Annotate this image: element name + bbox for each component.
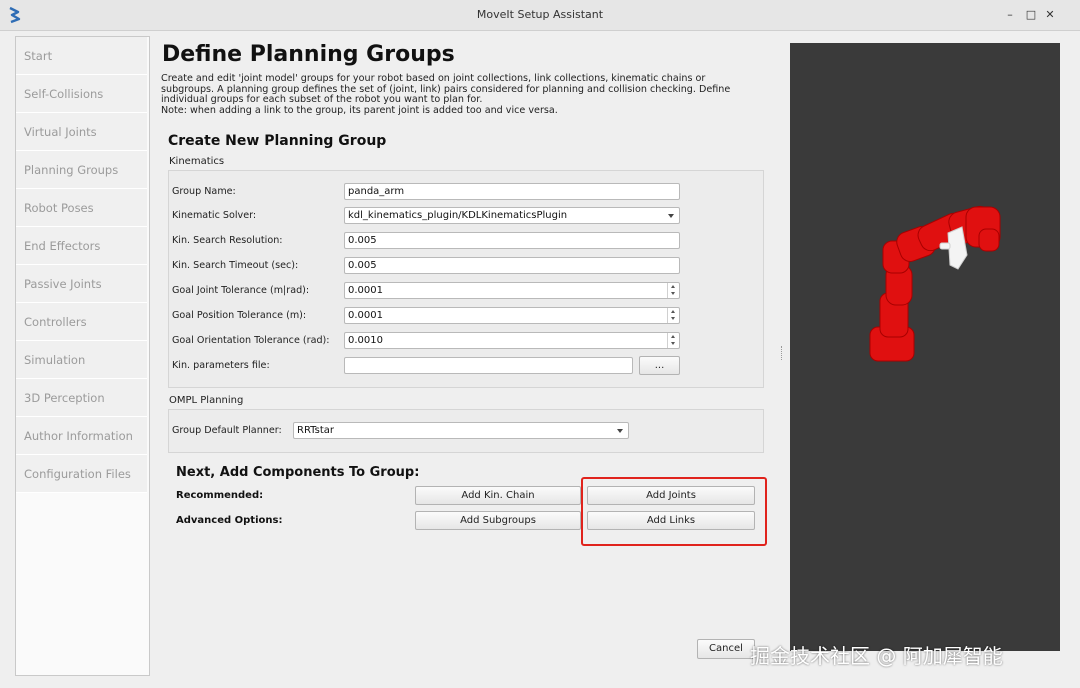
sidebar-item-end-effectors[interactable]: End Effectors (16, 227, 147, 265)
sidebar-item-virtual-joints[interactable]: Virtual Joints (16, 113, 147, 151)
sidebar-item-label: Planning Groups (24, 163, 119, 177)
search-timeout-value: 0.005 (348, 260, 377, 271)
sidebar-item-controllers[interactable]: Controllers (16, 303, 147, 341)
sidebar-item-label: Author Information (24, 429, 133, 443)
minimize-button[interactable]: – (1002, 7, 1018, 23)
goal-orientation-tolerance-label: Goal Orientation Tolerance (rad): (172, 335, 330, 346)
chevron-down-icon (668, 214, 674, 218)
kinematic-solver-select[interactable]: kdl_kinematics_plugin/KDLKinematicsPlugi… (344, 207, 680, 224)
kin-parameters-file-input[interactable] (344, 357, 633, 374)
goal-position-tolerance-spinbox[interactable]: 0.0001 (344, 307, 680, 324)
sidebar-item-passive-joints[interactable]: Passive Joints (16, 265, 147, 303)
sidebar-item-label: Start (24, 49, 53, 63)
sidebar-item-label: Self-Collisions (24, 87, 104, 101)
sidebar-item-label: 3D Perception (24, 391, 105, 405)
sidebar-item-label: Configuration Files (24, 467, 131, 481)
page-title: Define Planning Groups (162, 42, 455, 67)
splitter-handle[interactable] (781, 346, 784, 360)
section-title: Create New Planning Group (168, 133, 387, 149)
add-subgroups-button[interactable]: Add Subgroups (415, 511, 581, 530)
search-timeout-input[interactable]: 0.005 (344, 257, 680, 274)
sidebar-item-configuration-files[interactable]: Configuration Files (16, 455, 147, 493)
advanced-options-label: Advanced Options: (176, 515, 283, 526)
kin-parameters-file-label: Kin. parameters file: (172, 360, 270, 371)
sidebar-item-self-collisions[interactable]: Self-Collisions (16, 75, 147, 113)
sidebar-item-3d-perception[interactable]: 3D Perception (16, 379, 147, 417)
cancel-button[interactable]: Cancel (697, 639, 755, 659)
search-timeout-label: Kin. Search Timeout (sec): (172, 260, 299, 271)
kinematics-group-label: Kinematics (169, 156, 225, 167)
default-planner-value: RRTstar (297, 425, 334, 436)
sidebar-item-label: Passive Joints (24, 277, 102, 291)
goal-joint-tolerance-spinbox[interactable]: 0.0001 (344, 282, 680, 299)
watermark-text: 掘金技术社区 @ 阿加犀智能 (750, 644, 1003, 668)
maximize-button[interactable]: □ (1023, 7, 1039, 23)
sidebar: Start Self-Collisions Virtual Joints Pla… (15, 36, 150, 676)
panda-robot-arm-icon (869, 205, 1001, 362)
group-name-input[interactable]: panda_arm (344, 183, 680, 200)
page-description: Create and edit 'joint model' groups for… (161, 73, 731, 116)
goal-orientation-tolerance-value: 0.0010 (348, 335, 383, 346)
kinematic-solver-value: kdl_kinematics_plugin/KDLKinematicsPlugi… (348, 210, 568, 221)
goal-joint-tolerance-value: 0.0001 (348, 285, 383, 296)
recommended-label: Recommended: (176, 490, 264, 501)
search-resolution-value: 0.005 (348, 235, 377, 246)
goal-position-tolerance-value: 0.0001 (348, 310, 383, 321)
highlight-annotation-box (581, 477, 767, 546)
default-planner-label: Group Default Planner: (172, 425, 282, 436)
sidebar-item-label: Controllers (24, 315, 87, 329)
search-resolution-label: Kin. Search Resolution: (172, 235, 283, 246)
sidebar-item-start[interactable]: Start (16, 37, 147, 75)
kinematic-solver-label: Kinematic Solver: (172, 210, 257, 221)
window-close-button[interactable]: ✕ (1042, 7, 1058, 23)
sidebar-item-label: Simulation (24, 353, 86, 367)
sidebar-item-author-information[interactable]: Author Information (16, 417, 147, 455)
window-title: MoveIt Setup Assistant (476, 8, 604, 21)
group-name-label: Group Name: (172, 186, 236, 197)
components-title: Next, Add Components To Group: (176, 465, 420, 480)
browse-button[interactable]: ... (639, 356, 680, 375)
sidebar-item-robot-poses[interactable]: Robot Poses (16, 189, 147, 227)
sidebar-item-planning-groups[interactable]: Planning Groups (16, 151, 147, 189)
sidebar-item-label: Virtual Joints (24, 125, 97, 139)
ompl-groupbox: Group Default Planner: RRTstar (168, 409, 764, 453)
group-name-value: panda_arm (348, 186, 405, 197)
chevron-down-icon (617, 429, 623, 433)
spin-arrows-icon[interactable] (667, 308, 679, 323)
sidebar-item-label: End Effectors (24, 239, 101, 253)
goal-orientation-tolerance-spinbox[interactable]: 0.0010 (344, 332, 680, 349)
spin-arrows-icon[interactable] (667, 283, 679, 298)
window-titlebar: MoveIt Setup Assistant – □ ✕ (0, 0, 1080, 31)
sidebar-item-simulation[interactable]: Simulation (16, 341, 147, 379)
default-planner-select[interactable]: RRTstar (293, 422, 629, 439)
search-resolution-input[interactable]: 0.005 (344, 232, 680, 249)
spin-arrows-icon[interactable] (667, 333, 679, 348)
kinematics-groupbox: Group Name: panda_arm Kinematic Solver: … (168, 170, 764, 388)
sidebar-item-label: Robot Poses (24, 201, 94, 215)
ompl-group-label: OMPL Planning (169, 395, 244, 406)
goal-joint-tolerance-label: Goal Joint Tolerance (m|rad): (172, 285, 310, 296)
robot-3d-viewer[interactable] (790, 43, 1060, 651)
add-kin-chain-button[interactable]: Add Kin. Chain (415, 486, 581, 505)
goal-position-tolerance-label: Goal Position Tolerance (m): (172, 310, 307, 321)
